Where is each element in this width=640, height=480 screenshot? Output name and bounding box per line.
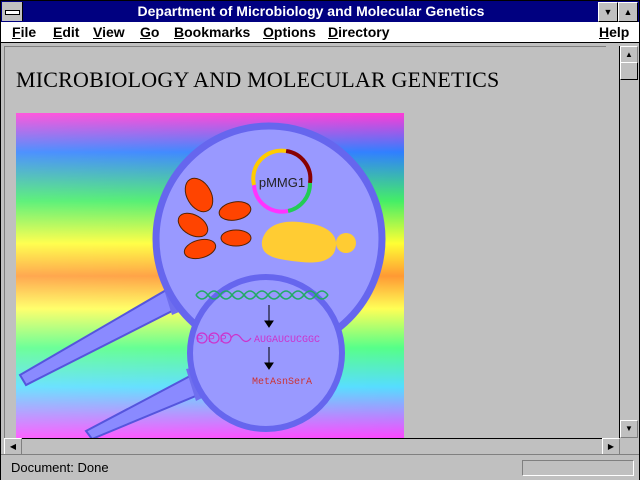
scroll-right-arrow-icon: ▶ [607, 442, 615, 451]
maximize-button[interactable]: ▲ [618, 2, 638, 22]
plasmid-label: pMMG1 [259, 175, 305, 190]
triphosphate-label: PPP [196, 334, 231, 345]
menu-go[interactable]: Go [140, 24, 159, 40]
vertical-scrollbar[interactable]: ▲ ▼ [619, 46, 638, 438]
minimize-icon: ▼ [603, 7, 613, 17]
menu-edit[interactable]: Edit [53, 24, 79, 40]
menu-help[interactable]: Help [599, 24, 629, 40]
page-heading: MICROBIOLOGY AND MOLECULAR GENETICS [16, 67, 500, 92]
scroll-left-arrow-icon: ◀ [9, 442, 17, 451]
menu-bookmarks[interactable]: Bookmarks [174, 24, 250, 40]
title-bar[interactable]: Department of Microbiology and Molecular… [1, 1, 639, 22]
inner-cell [187, 274, 345, 432]
vertical-scroll-thumb[interactable] [620, 62, 638, 80]
window-title: Department of Microbiology and Molecular… [137, 3, 485, 19]
maximize-icon: ▲ [623, 7, 633, 17]
rna-sequence: AUGAUCUCGGC [254, 335, 320, 346]
menu-options[interactable]: Options [263, 24, 316, 40]
scroll-up-arrow-icon: ▲ [625, 50, 633, 59]
scroll-down-button[interactable]: ▼ [620, 420, 638, 438]
minimize-button[interactable]: ▼ [598, 2, 618, 22]
peptide-sequence: MetAsnSerA [252, 377, 312, 388]
menu-file[interactable]: File [12, 24, 36, 40]
microbiology-illustration: pMMG1 PPP AUGAUCUCGGC MetAsnSerA [16, 113, 404, 439]
progress-indicator [522, 460, 634, 476]
system-menu-icon[interactable] [2, 2, 23, 21]
status-text: Document: Done [11, 460, 109, 475]
status-bar: Document: Done [1, 454, 639, 480]
page-content: MICROBIOLOGY AND MOLECULAR GENETICS pMMG… [4, 46, 606, 439]
scroll-down-arrow-icon: ▼ [625, 424, 633, 433]
menu-directory[interactable]: Directory [328, 24, 389, 40]
browser-window: Department of Microbiology and Molecular… [0, 0, 640, 480]
menu-view[interactable]: View [93, 24, 125, 40]
menu-bar: File Edit View Go Bookmarks Options Dire… [1, 22, 639, 43]
horizontal-scrollbar[interactable]: ◀ ▶ [4, 438, 620, 456]
